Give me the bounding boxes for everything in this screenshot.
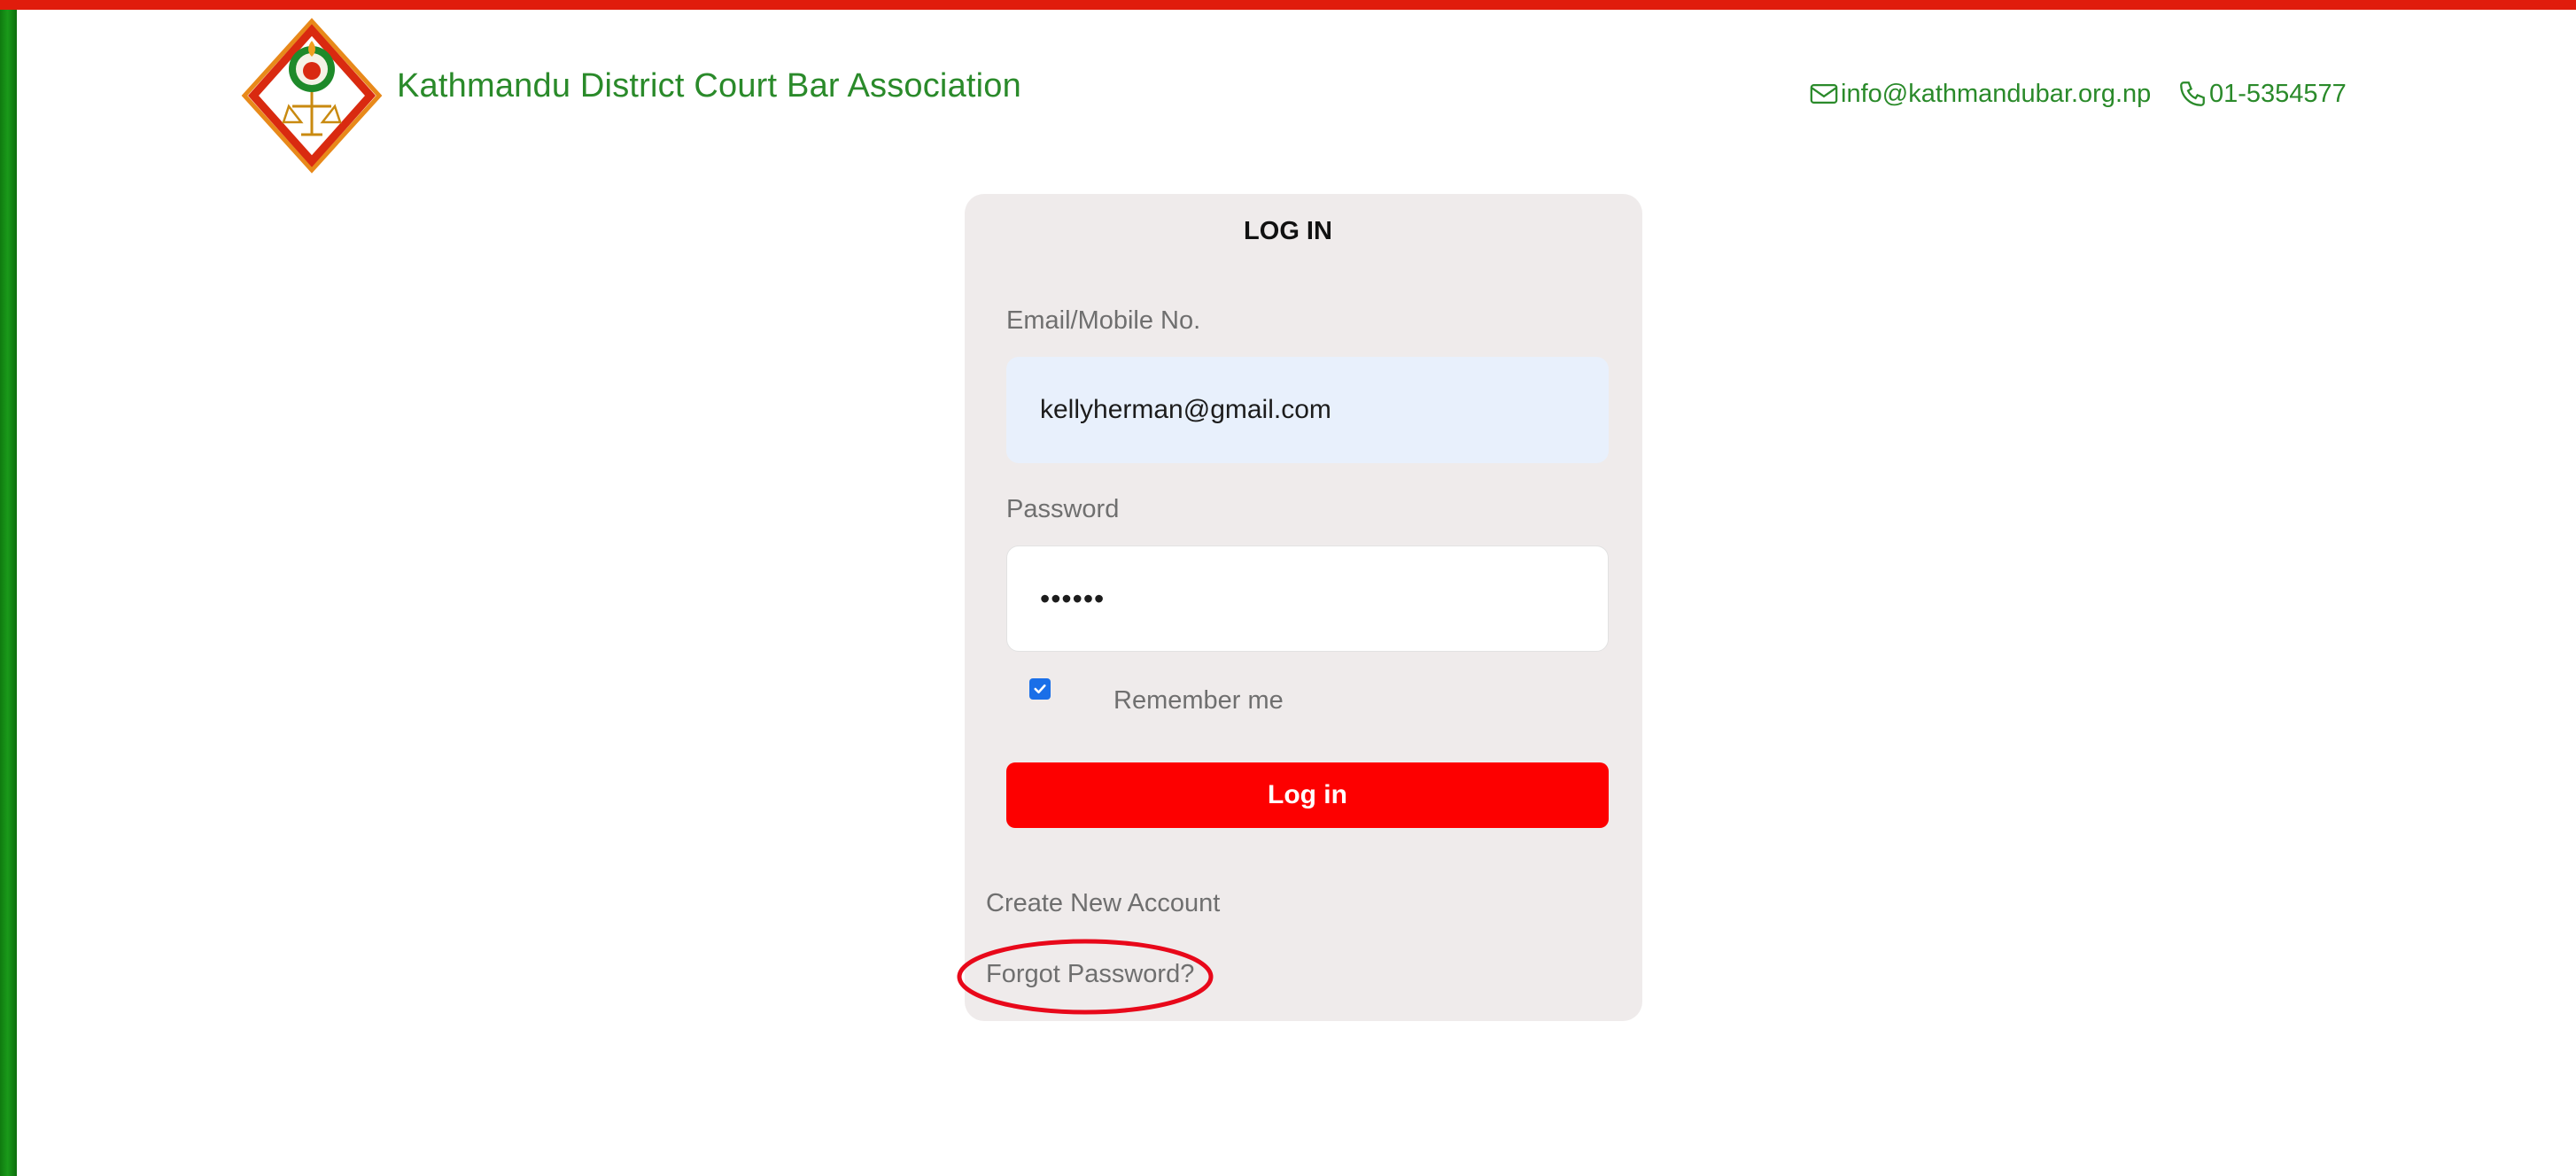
- envelope-icon: [1810, 83, 1838, 104]
- contact-phone[interactable]: 01-5354577: [2177, 78, 2347, 110]
- create-account-link[interactable]: Create New Account: [986, 889, 1220, 918]
- remember-me-label[interactable]: Remember me: [1113, 686, 1284, 716]
- phone-icon: [2180, 81, 2205, 106]
- email-field[interactable]: kellyherman@gmail.com: [1006, 357, 1609, 463]
- highlight-annotation-oval: [957, 939, 1214, 1015]
- password-field-value: ••••••: [1040, 582, 1106, 615]
- remember-me-checkbox[interactable]: [1029, 678, 1051, 700]
- login-button[interactable]: Log in: [1006, 762, 1609, 828]
- login-title: LOG IN: [1244, 217, 1332, 245]
- contact-phone-text[interactable]: 01-5354577: [2209, 80, 2347, 109]
- top-red-stripe: [0, 0, 2576, 10]
- password-label: Password: [1006, 495, 1120, 523]
- password-field[interactable]: ••••••: [1006, 545, 1609, 652]
- email-label: Email/Mobile No.: [1006, 306, 1201, 335]
- contact-email-text[interactable]: info@kathmandubar.org.np: [1841, 80, 2151, 109]
- left-green-stripe: [0, 0, 17, 1176]
- bar-association-logo[interactable]: [241, 18, 383, 174]
- email-field-value: kellyherman@gmail.com: [1040, 395, 1331, 424]
- site-title[interactable]: Kathmandu District Court Bar Association: [397, 67, 1021, 105]
- checkmark-icon: [1034, 684, 1046, 694]
- contact-email[interactable]: info@kathmandubar.org.np: [1809, 78, 2151, 110]
